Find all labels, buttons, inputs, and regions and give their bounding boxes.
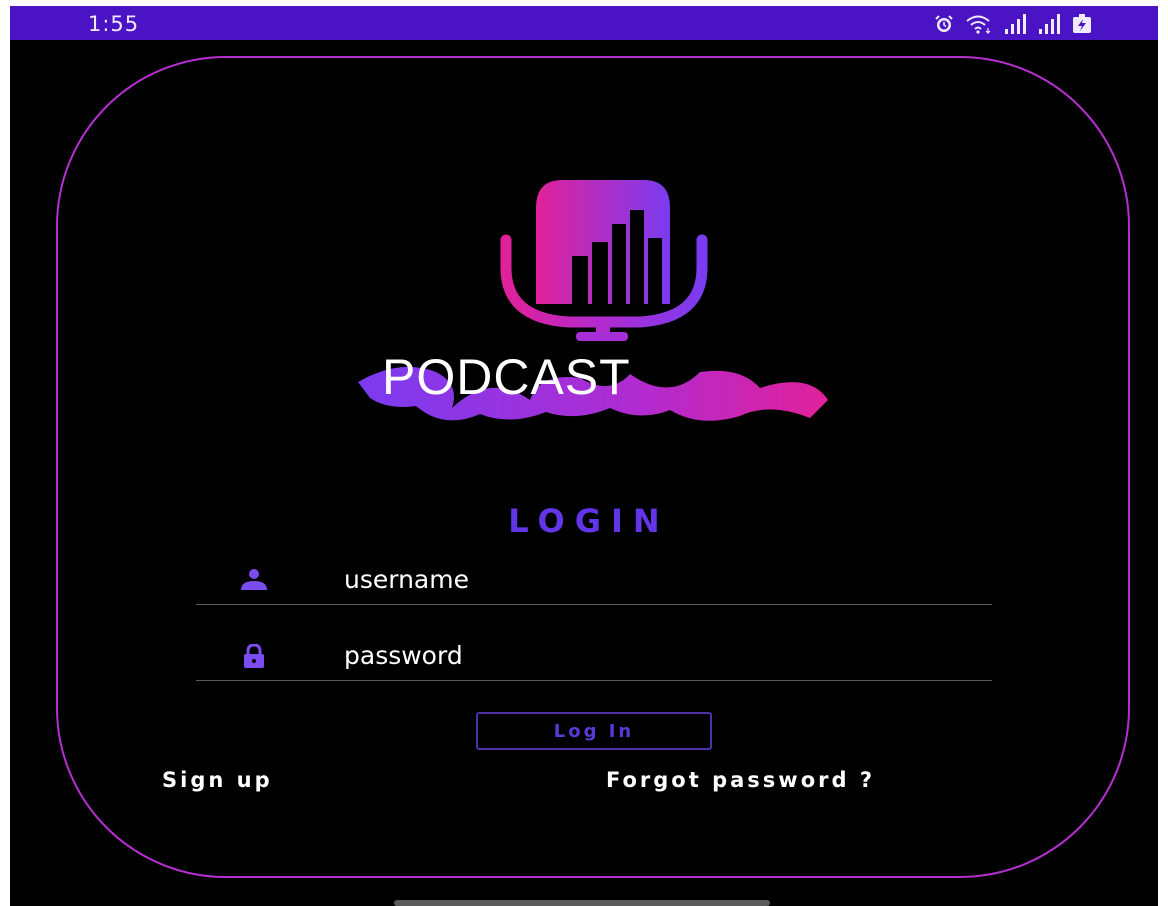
navigation-handle[interactable] [394,900,770,906]
podcast-wordmark: PODCAST [382,349,631,405]
app-screen: 1:55 PODCAST LOGIN username Log In Sign … [10,6,1158,906]
signal-icon [1005,14,1026,34]
signal-icon [1039,14,1060,34]
username-input[interactable] [344,560,944,598]
podcast-wave-logo: PODCAST [340,172,840,442]
wifi-icon [966,15,991,34]
password-field[interactable] [196,634,992,681]
microphone-icon [500,180,708,341]
status-icons [934,14,1092,34]
password-input[interactable] [344,636,944,674]
battery-charging-icon [1073,14,1091,33]
status-time: 1:55 [88,12,140,36]
lock-icon [244,644,264,668]
person-icon [241,569,267,590]
status-bar: 1:55 [10,6,1158,40]
log-in-button[interactable]: Log In [476,712,712,750]
login-title: LOGIN [508,502,670,540]
username-field[interactable] [196,558,992,605]
forgot-password-link[interactable]: Forgot password ? [606,768,875,792]
alarm-icon [935,15,953,32]
sign-up-link[interactable]: Sign up [162,768,273,792]
